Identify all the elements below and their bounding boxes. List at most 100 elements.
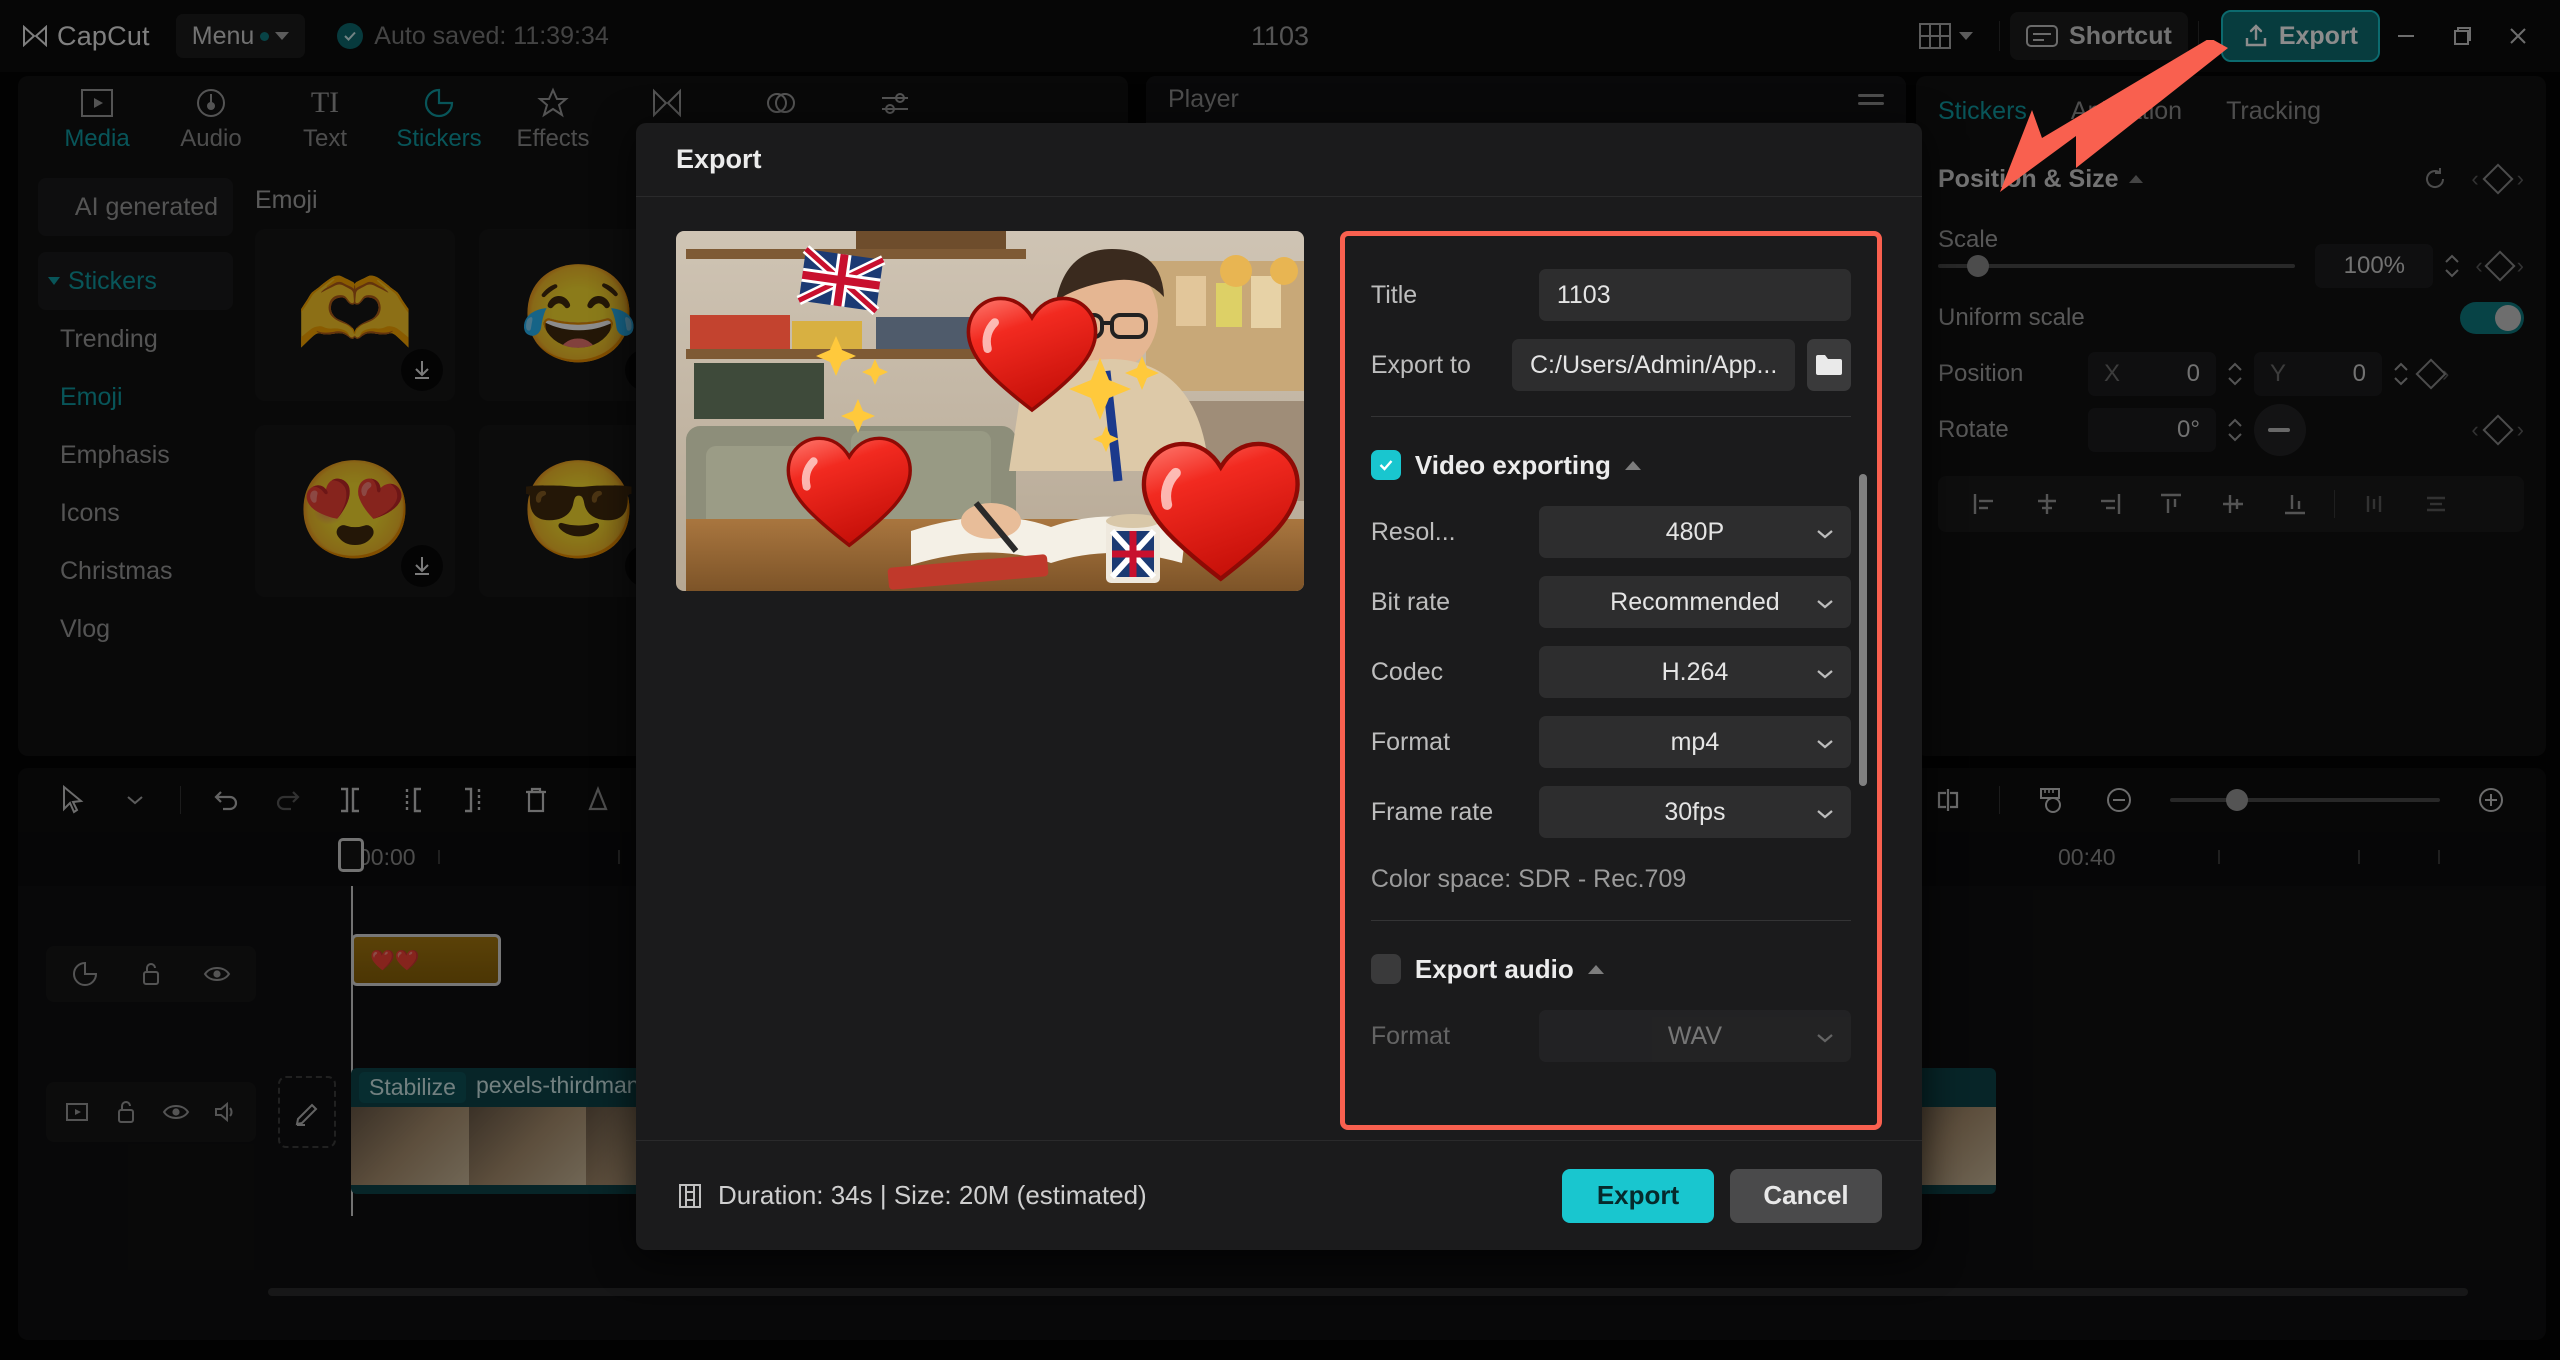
lock-icon[interactable]: [130, 953, 172, 995]
position-x-stepper[interactable]: [2224, 362, 2246, 386]
chevron-right-icon[interactable]: ›: [2517, 166, 2524, 192]
video-exporting-checkbox[interactable]: [1370, 450, 1401, 480]
lock-icon[interactable]: [105, 1091, 147, 1133]
speaker-icon[interactable]: [204, 1091, 246, 1133]
undo-icon[interactable]: [195, 778, 257, 822]
bitrate-value: Recommended: [1610, 587, 1780, 616]
sticker-item[interactable]: 🫶: [255, 229, 455, 401]
reset-icon[interactable]: [2421, 165, 2449, 193]
audio-format-select[interactable]: WAV: [1538, 1010, 1851, 1062]
position-y-input[interactable]: Y 0: [2254, 352, 2382, 396]
video-exporting-section-header[interactable]: Video exporting: [1370, 433, 1851, 497]
resolution-select[interactable]: 480P: [1538, 506, 1851, 558]
download-icon[interactable]: [401, 545, 443, 587]
sticker-clip[interactable]: ❤️❤️: [351, 934, 501, 986]
tab-animation[interactable]: Animation: [2071, 97, 2182, 126]
scale-stepper[interactable]: [2441, 254, 2463, 278]
align-middle-vertical-icon[interactable]: [2202, 482, 2264, 526]
form-scrollbar[interactable]: [1859, 474, 1867, 786]
tab-adjustment[interactable]: [838, 76, 952, 125]
category-icons[interactable]: Icons: [38, 484, 233, 542]
scale-value-input[interactable]: 100%: [2315, 244, 2434, 288]
chevron-left-icon[interactable]: ‹: [2475, 253, 2482, 279]
eye-icon[interactable]: [155, 1091, 197, 1133]
align-center-horizontal-icon[interactable]: [2016, 482, 2078, 526]
edit-clip-button[interactable]: [278, 1076, 336, 1148]
export-audio-checkbox[interactable]: [1370, 954, 1401, 984]
cancel-button[interactable]: Cancel: [1730, 1168, 1882, 1223]
keyframe-diamond-icon[interactable]: [2484, 250, 2516, 282]
select-cursor-icon[interactable]: [42, 778, 104, 822]
folder-icon[interactable]: [1807, 339, 1851, 391]
bitrate-select[interactable]: Recommended: [1538, 576, 1851, 628]
hamburger-icon[interactable]: [1858, 93, 1884, 105]
title-input[interactable]: 1103: [1538, 269, 1851, 321]
position-size-section-header[interactable]: Position & Size ‹ ›: [1938, 146, 2524, 212]
trim-right-icon[interactable]: [443, 778, 505, 822]
tab-stickers-props[interactable]: Stickers: [1938, 97, 2027, 126]
delete-icon[interactable]: [505, 778, 567, 822]
zoom-slider[interactable]: [2170, 789, 2440, 811]
category-christmas[interactable]: Christmas: [38, 542, 233, 600]
ruler-icon[interactable]: [2020, 778, 2082, 822]
rotate-input[interactable]: 0°: [2088, 408, 2216, 452]
chevron-left-icon[interactable]: ‹: [2471, 166, 2478, 192]
tab-stickers[interactable]: Stickers: [382, 76, 496, 153]
align-right-icon[interactable]: [2078, 482, 2140, 526]
audio-format-value: WAV: [1667, 1021, 1723, 1050]
chevron-left-icon[interactable]: ‹: [2471, 417, 2478, 443]
download-icon[interactable]: [401, 349, 443, 391]
chevron-right-icon[interactable]: ›: [2517, 417, 2524, 443]
framerate-select[interactable]: 30fps: [1538, 786, 1851, 838]
zoom-slider-knob[interactable]: [2226, 789, 2248, 811]
export-confirm-button[interactable]: Export: [1562, 1168, 1714, 1223]
position-y-stepper[interactable]: [2390, 362, 2412, 386]
eye-icon[interactable]: [196, 953, 238, 995]
tab-effects[interactable]: Effects: [496, 76, 610, 153]
position-x-input[interactable]: X 0: [2088, 352, 2216, 396]
freeze-icon[interactable]: [567, 778, 629, 822]
rotate-stepper[interactable]: [2224, 418, 2246, 442]
trim-left-icon[interactable]: [381, 778, 443, 822]
video-track-icon[interactable]: [56, 1091, 98, 1133]
tab-tracking[interactable]: Tracking: [2226, 97, 2321, 126]
sticker-track-icon[interactable]: [64, 953, 106, 995]
sticker-item[interactable]: 😍: [255, 425, 455, 597]
uniform-scale-toggle[interactable]: [2460, 302, 2524, 334]
timeline-horizontal-scrollbar[interactable]: [268, 1288, 2468, 1296]
split-icon[interactable]: [319, 778, 381, 822]
category-emphasis[interactable]: Emphasis: [38, 426, 233, 484]
chevron-right-icon[interactable]: ›: [2517, 253, 2524, 279]
category-emoji[interactable]: Emoji: [38, 368, 233, 426]
playhead-handle[interactable]: [338, 838, 364, 872]
distribute-horizontal-icon[interactable]: [2343, 482, 2405, 526]
slider-knob[interactable]: [1966, 255, 1989, 277]
tab-filters[interactable]: [724, 76, 838, 125]
tab-media[interactable]: Media: [40, 76, 154, 153]
align-left-icon[interactable]: [1954, 482, 2016, 526]
zoom-in-icon[interactable]: [2460, 778, 2522, 822]
category-vlog[interactable]: Vlog: [38, 600, 233, 658]
align-bottom-icon[interactable]: [2264, 482, 2326, 526]
format-select[interactable]: mp4: [1538, 716, 1851, 768]
tab-text[interactable]: TI Text: [268, 76, 382, 153]
zoom-out-icon[interactable]: [2088, 778, 2150, 822]
tab-audio[interactable]: Audio: [154, 76, 268, 153]
triangle-up-icon: [2128, 175, 2143, 183]
keyframe-diamond-icon[interactable]: [2482, 414, 2514, 446]
rotate-dial[interactable]: [2254, 404, 2306, 456]
sticker-group-header[interactable]: Stickers: [38, 252, 233, 310]
chevron-down-icon[interactable]: [104, 778, 166, 822]
keyframe-diamond-icon[interactable]: [2482, 163, 2514, 195]
export-audio-section-header[interactable]: Export audio: [1370, 937, 1851, 1001]
redo-icon[interactable]: [257, 778, 319, 822]
category-trending[interactable]: Trending: [38, 310, 233, 368]
heart-hands-emoji: 🫶: [295, 261, 415, 368]
scale-slider[interactable]: [1938, 255, 2296, 277]
align-top-icon[interactable]: [2140, 482, 2202, 526]
codec-select[interactable]: H.264: [1538, 646, 1851, 698]
ai-generated-button[interactable]: AI generated: [38, 178, 233, 236]
export-to-input[interactable]: C:/Users/Admin/App...: [1512, 339, 1796, 391]
distribute-vertical-icon[interactable]: [2405, 482, 2467, 526]
mirror-icon[interactable]: [1917, 778, 1979, 822]
